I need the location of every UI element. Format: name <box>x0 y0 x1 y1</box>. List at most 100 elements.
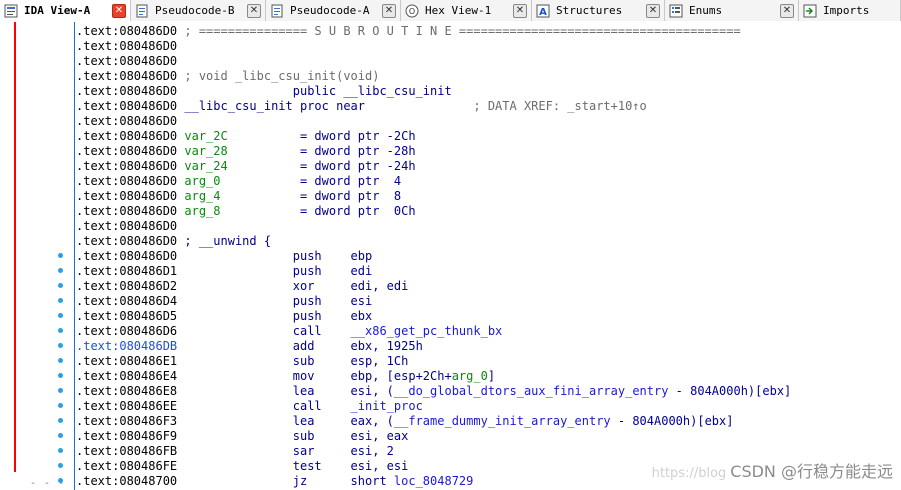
instruction-marker-dot[interactable] <box>58 328 63 333</box>
instruction-text: push edi <box>177 264 373 278</box>
stack-variable[interactable]: var_24 <box>177 159 227 173</box>
instruction-text: call <box>177 324 351 338</box>
close-icon[interactable]: ✕ <box>780 3 794 18</box>
close-icon[interactable]: ✕ <box>513 3 527 18</box>
listing-line[interactable]: .text:080486E8 lea esi, (__do_global_dto… <box>76 384 791 399</box>
instruction-marker-dot[interactable] <box>58 268 63 273</box>
line-address: .text:080486D0 <box>76 129 178 143</box>
instruction-marker-dot[interactable] <box>58 358 63 363</box>
listing-line[interactable]: .text:080486D1 push edi <box>76 264 372 279</box>
stack-variable[interactable]: var_28 <box>177 144 227 158</box>
line-address: .text:080486D0 <box>76 114 178 128</box>
instruction-marker-dot[interactable] <box>58 463 63 468</box>
instruction-text: = dword ptr 8 <box>220 189 402 203</box>
close-icon[interactable]: ✕ <box>646 3 660 18</box>
stack-variable[interactable]: arg_0 <box>177 174 220 188</box>
listing-line[interactable]: .text:080486D0 <box>76 39 177 54</box>
listing-line[interactable]: .text:080486E1 sub esp, 1Ch <box>76 354 408 369</box>
instruction-marker-dot[interactable] <box>58 313 63 318</box>
instruction-marker-dot[interactable] <box>58 448 63 453</box>
instruction-marker-dot[interactable] <box>58 388 63 393</box>
line-address: .text:080486D2 <box>76 279 178 293</box>
stack-variable[interactable]: arg_0 <box>452 369 488 383</box>
instruction-marker-dot[interactable] <box>58 433 63 438</box>
tab-pseudocode-a[interactable]: Pseudocode-A ✕ <box>266 0 401 21</box>
instruction-text: xor edi, edi <box>177 279 409 293</box>
tab-label: IDA View-A <box>24 4 91 17</box>
listing-line[interactable]: .text:080486D2 xor edi, edi <box>76 279 408 294</box>
listing-line[interactable]: .text:080486D0 <box>76 219 177 234</box>
listing-line[interactable]: .text:080486D0 var_24 = dword ptr -24h <box>76 159 416 174</box>
symbol-reference[interactable]: __do_global_dtors_aux_fini_array_entry <box>394 384 669 398</box>
line-address: .text:080486D5 <box>76 309 178 323</box>
close-icon[interactable]: ✕ <box>112 3 126 18</box>
listing-line[interactable]: .text:080486EE call _init_proc <box>76 399 423 414</box>
stack-variable[interactable]: var_2C <box>177 129 227 143</box>
listing-line[interactable]: .text:080486D0 <box>76 114 177 129</box>
listing-border <box>74 22 75 490</box>
listing-line[interactable]: .text:080486D0 push ebp <box>76 249 372 264</box>
stack-variable[interactable]: arg_4 <box>177 189 220 203</box>
instruction-text: push ebx <box>177 309 373 323</box>
listing-line[interactable]: .text:080486D0 arg_4 = dword ptr 8 <box>76 189 401 204</box>
listing-line[interactable]: .text:080486F9 sub esi, eax <box>76 429 408 444</box>
instruction-marker-dot[interactable] <box>58 253 63 258</box>
instruction-marker-dot[interactable] <box>58 478 63 483</box>
instruction-text: ] <box>487 369 496 383</box>
instruction-marker-dot[interactable] <box>58 418 63 423</box>
listing-line[interactable]: .text:080486D0 ; =============== S U B R… <box>76 24 741 39</box>
listing-line[interactable]: .text:080486D0 __libc_csu_init proc near… <box>76 99 647 114</box>
line-address: .text:080486FB <box>76 444 178 458</box>
instruction-text: add ebx, 1925h <box>177 339 423 353</box>
symbol-reference[interactable]: loc_8048729 <box>394 474 473 488</box>
tab-pseudocode-b[interactable]: Pseudocode-B ✕ <box>131 0 266 21</box>
symbol-reference[interactable]: __frame_dummy_init_array_entry <box>394 414 611 428</box>
close-icon[interactable]: ✕ <box>247 3 261 18</box>
line-comment: ; void _libc_csu_init(void) <box>177 69 380 83</box>
listing-line[interactable]: .text:08048700 jz short loc_8048729 <box>76 474 473 489</box>
listing-line[interactable]: .text:080486D0 <box>76 54 177 69</box>
line-address: .text:080486D0 <box>76 189 178 203</box>
tab-hex-view-1[interactable]: O Hex View-1 ✕ <box>401 0 532 21</box>
listing-line[interactable]: .text:080486D0 ; __unwind { <box>76 234 271 249</box>
instruction-marker-dot[interactable] <box>58 343 63 348</box>
listing-line[interactable]: .text:080486DB add ebx, 1925h <box>76 339 423 354</box>
listing-line[interactable]: .text:080486FB sar esi, 2 <box>76 444 394 459</box>
tab-ida-view-a[interactable]: IDA View-A ✕ <box>0 0 131 21</box>
tab-structures[interactable]: A Structures ✕ <box>532 0 665 21</box>
tab-label: Enums <box>689 4 723 17</box>
close-icon[interactable]: ✕ <box>382 3 396 18</box>
line-comment: ; DATA XREF: _start+10↑o <box>365 99 647 113</box>
listing-line[interactable]: .text:080486D5 push ebx <box>76 309 372 324</box>
function-range-marker <box>14 22 16 472</box>
instruction-marker-dot[interactable] <box>58 283 63 288</box>
listing-line[interactable]: .text:080486D0 arg_8 = dword ptr 0Ch <box>76 204 416 219</box>
listing-line[interactable]: .text:080486D0 var_2C = dword ptr -2Ch <box>76 129 416 144</box>
line-address: .text:080486D0 <box>76 69 178 83</box>
line-address: .text:08048700 <box>76 474 178 488</box>
line-address: .text:080486DB <box>76 339 178 353</box>
listing-line[interactable]: .text:080486D0 ; void _libc_csu_init(voi… <box>76 69 379 84</box>
instruction-marker-dot[interactable] <box>58 373 63 378</box>
listing-line[interactable]: .text:080486E4 mov ebp, [esp+2Ch+arg_0] <box>76 369 495 384</box>
disassembly-listing[interactable]: .text:080486D0 ; =============== S U B R… <box>76 23 901 490</box>
instruction-marker-dot[interactable] <box>58 298 63 303</box>
tab-enums[interactable]: Enums ✕ <box>665 0 799 21</box>
symbol-reference[interactable]: _init_proc <box>351 399 423 413</box>
listing-line[interactable]: .text:080486D0 var_28 = dword ptr -28h <box>76 144 416 159</box>
tab-imports[interactable]: Imports <box>799 0 901 21</box>
watermark: https://blog CSDN @行稳方能走远 <box>652 458 893 482</box>
listing-line[interactable]: .text:080486D6 call __x86_get_pc_thunk_b… <box>76 324 502 339</box>
structures-icon: A <box>536 4 550 18</box>
listing-line[interactable]: .text:080486FE test esi, esi <box>76 459 408 474</box>
listing-line[interactable]: .text:080486D0 public __libc_csu_init <box>76 84 452 99</box>
listing-line[interactable]: .text:080486F3 lea eax, (__frame_dummy_i… <box>76 414 733 429</box>
stack-variable[interactable]: arg_8 <box>177 204 220 218</box>
symbol-reference[interactable]: __x86_get_pc_thunk_bx <box>351 324 503 338</box>
imports-icon <box>803 4 817 18</box>
line-address: .text:080486D0 <box>76 159 178 173</box>
listing-line[interactable]: .text:080486D4 push esi <box>76 294 372 309</box>
instruction-text: push ebp <box>177 249 373 263</box>
instruction-marker-dot[interactable] <box>58 403 63 408</box>
listing-line[interactable]: .text:080486D0 arg_0 = dword ptr 4 <box>76 174 401 189</box>
